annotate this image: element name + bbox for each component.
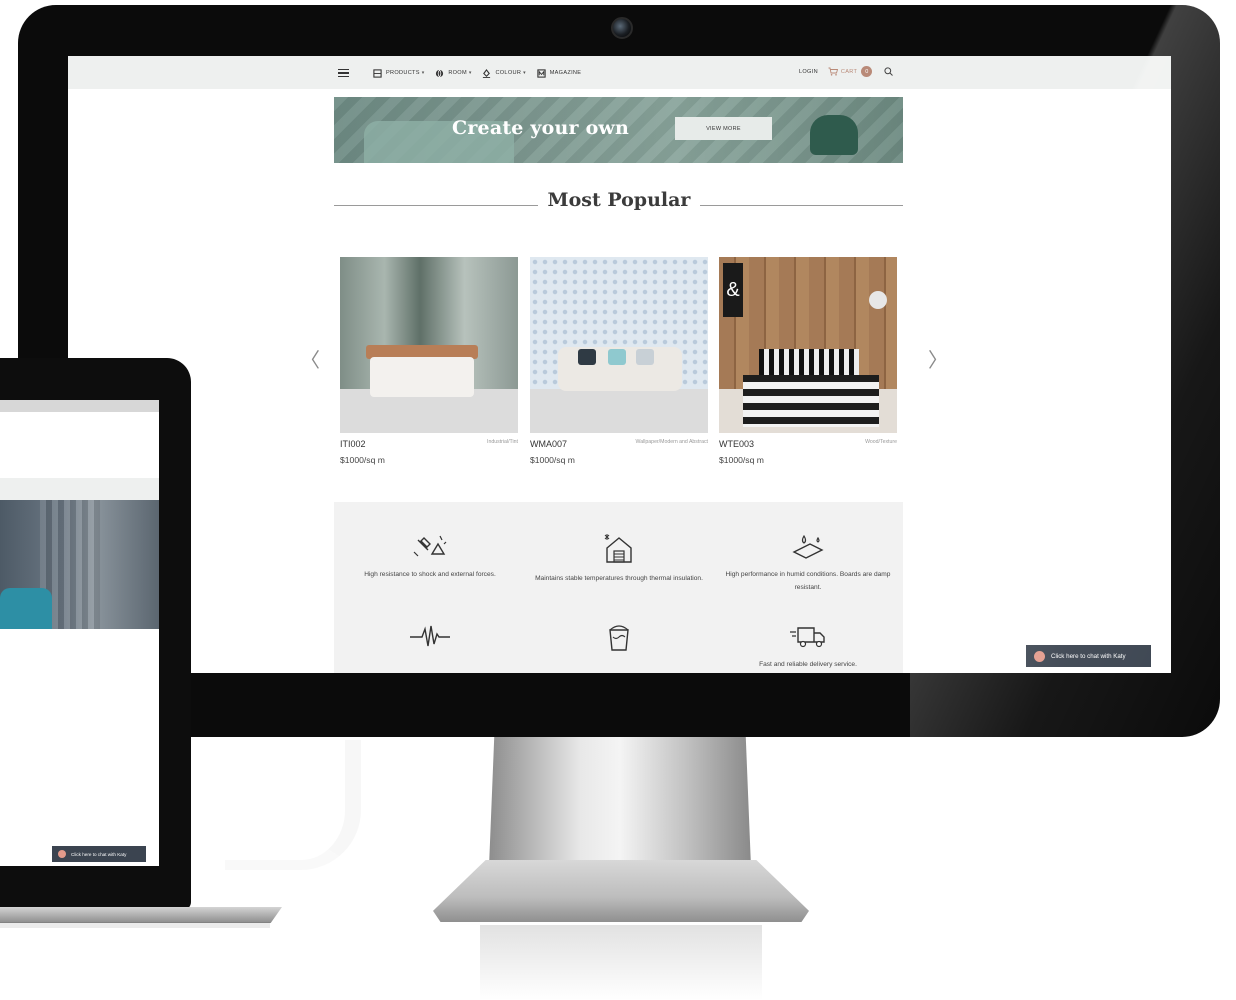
- laptop-header-band: [0, 478, 159, 500]
- nav-item-magazine[interactable]: MAGAZINE: [537, 68, 582, 78]
- feature-item: Fast and reliable delivery service.: [718, 624, 898, 671]
- product-image[interactable]: [530, 257, 708, 433]
- search-icon[interactable]: [884, 67, 894, 76]
- room-photo-living: [530, 257, 708, 433]
- chevron-down-icon: ▾: [523, 70, 526, 76]
- product-price: $1000/sq m: [719, 455, 764, 465]
- promo-banner: Create your own VIEW MORE: [334, 97, 903, 163]
- chat-button[interactable]: Click here to chat with Katy: [1026, 645, 1151, 667]
- main-nav: PRODUCTS ▾ ROOM ▾ COLOUR ▾ MAGAZINE: [338, 66, 592, 80]
- laptop-hero-image: [0, 500, 159, 629]
- feature-item: [340, 624, 520, 658]
- banner-chair-image: [810, 115, 858, 155]
- chat-avatar-icon: [1034, 650, 1045, 662]
- feature-item: Maintains stable temperatures through th…: [529, 532, 709, 585]
- feature-text: Maintains stable temperatures through th…: [535, 575, 703, 582]
- chat-avatar-icon: [58, 850, 66, 858]
- nav-label-colour: COLOUR: [495, 70, 522, 76]
- heading-divider-right: [700, 205, 903, 206]
- magazine-icon: [537, 68, 546, 78]
- monitor-stand-neck: [489, 737, 751, 867]
- hammer-icon: [413, 535, 447, 557]
- nav-item-products[interactable]: PRODUCTS ▾: [373, 68, 425, 78]
- cart-icon: [828, 67, 838, 76]
- delivery-truck-icon: [790, 627, 825, 648]
- feature-item: High resistance to shock and external fo…: [340, 532, 520, 581]
- monitor-stand-foot: [433, 860, 809, 922]
- feature-text: High resistance to shock and external fo…: [364, 571, 496, 578]
- ampersand-poster: &: [723, 263, 743, 317]
- chevron-down-icon: ▾: [421, 70, 425, 76]
- paint-bucket-icon: [609, 625, 629, 651]
- account-nav: LOGIN CART 0: [799, 66, 894, 77]
- product-card[interactable]: ITI002 Industrial/Tint $1000/sq m: [340, 257, 518, 465]
- sound-wave-icon: [410, 625, 450, 647]
- nav-item-room[interactable]: ROOM ▾: [435, 69, 471, 78]
- laptop-chat-button[interactable]: Click here to chat with Katy: [52, 846, 146, 862]
- product-price: $1000/sq m: [340, 455, 385, 465]
- laptop-chat-label: Click here to chat with Katy: [71, 851, 127, 857]
- water-drop-board-icon: [792, 534, 824, 559]
- room-photo-wood-bedroom: &: [719, 257, 897, 433]
- cart-label: CART: [840, 68, 858, 75]
- nav-label-products: PRODUCTS: [386, 70, 420, 76]
- heading-divider-left: [334, 205, 538, 206]
- monitor-screen: PRODUCTS ▾ ROOM ▾ COLOUR ▾ MAGAZINE LOGI…: [68, 56, 1171, 673]
- product-card[interactable]: WMA007 Wallpaper/Modern and Abstract $10…: [530, 257, 708, 465]
- login-link[interactable]: LOGIN: [799, 69, 818, 75]
- product-category: Wood/Texture: [865, 439, 897, 445]
- cart-count-badge: 0: [861, 66, 873, 77]
- product-category: Industrial/Tint: [487, 439, 518, 445]
- room-photo-bedroom: [340, 257, 518, 433]
- chat-label: Click here to chat with Katy: [1051, 652, 1126, 660]
- stand-reflection: [480, 925, 762, 1000]
- banner-title: Create your own: [452, 117, 630, 139]
- nav-label-magazine: MAGAZINE: [549, 70, 582, 76]
- camera-icon: [611, 17, 633, 39]
- background-swoosh: [225, 740, 361, 870]
- carousel-prev-arrow[interactable]: 〈: [300, 344, 320, 373]
- hamburger-menu-icon[interactable]: [338, 67, 349, 80]
- laptop-screen: Click here to chat with Katy: [0, 400, 159, 866]
- nav-label-room: ROOM: [448, 70, 467, 76]
- paint-icon: [483, 68, 491, 78]
- feature-item: [529, 622, 709, 660]
- feature-text: High performance in humid conditions. Bo…: [725, 571, 891, 591]
- nav-item-colour[interactable]: COLOUR ▾: [482, 68, 526, 78]
- section-title: Most Popular: [547, 189, 691, 211]
- laptop-base: [0, 907, 282, 923]
- globe-icon: [436, 69, 444, 77]
- house-thermal-icon: [604, 534, 632, 563]
- feature-item: High performance in humid conditions. Bo…: [718, 532, 898, 594]
- product-card[interactable]: & WTE003 Wood/Texture $1000/sq m: [719, 257, 897, 465]
- view-more-button[interactable]: VIEW MORE: [675, 117, 772, 140]
- product-code: ITI002: [340, 439, 366, 449]
- chevron-down-icon: ▾: [468, 70, 472, 76]
- grid-icon: [373, 68, 382, 78]
- product-category: Wallpaper/Modern and Abstract: [635, 439, 708, 445]
- product-code: WMA007: [530, 439, 568, 449]
- features-section: High resistance to shock and external fo…: [334, 502, 903, 673]
- product-code: WTE003: [719, 439, 755, 449]
- laptop-topbar: [0, 400, 159, 412]
- product-price: $1000/sq m: [530, 455, 575, 465]
- feature-text: Fast and reliable delivery service.: [759, 661, 857, 668]
- top-navigation-bar: PRODUCTS ▾ ROOM ▾ COLOUR ▾ MAGAZINE LOGI…: [68, 56, 1171, 89]
- product-image[interactable]: &: [719, 257, 897, 433]
- product-image[interactable]: [340, 257, 518, 433]
- carousel-next-arrow[interactable]: 〉: [928, 344, 948, 373]
- laptop-shadow: [0, 922, 270, 928]
- cart-button[interactable]: CART 0: [828, 66, 873, 77]
